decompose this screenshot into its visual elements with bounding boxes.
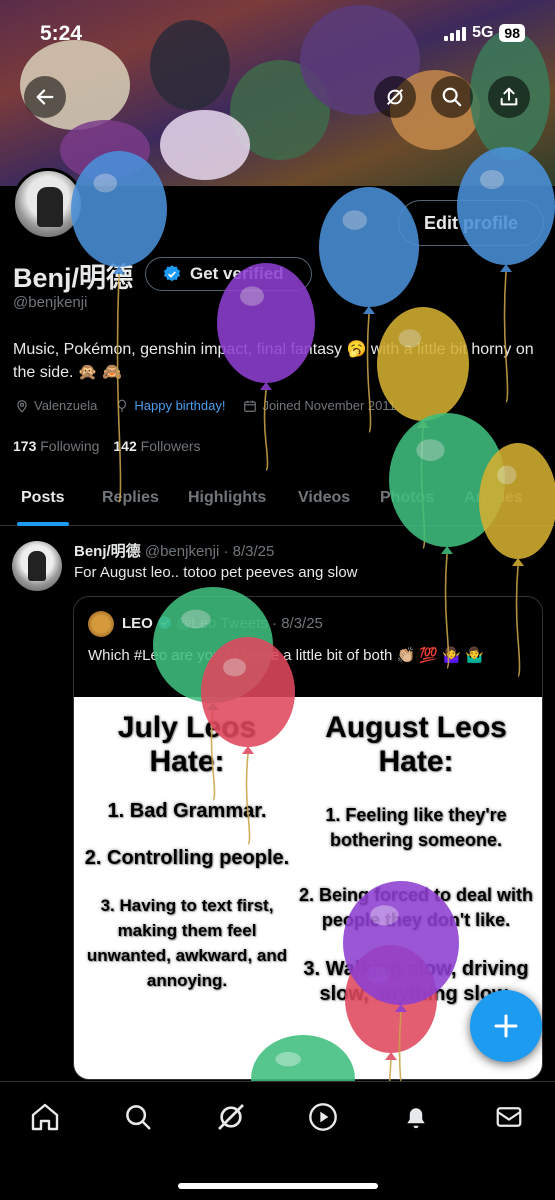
profile-bio: Music, Pokémon, genshin impact, final fa… [13, 341, 534, 381]
profile-tabs: Posts Replies Highlights Videos Photos A… [0, 470, 555, 526]
home-indicator [178, 1183, 378, 1189]
tab-photos[interactable]: Photos [380, 470, 434, 526]
meme-right-item: 2. Being forced to deal with people they… [298, 885, 534, 930]
back-arrow-icon [36, 89, 54, 105]
search-button[interactable] [431, 76, 473, 118]
post-avatar[interactable] [12, 541, 62, 591]
post-text: For August leo.. totoo pet peeves ang sl… [74, 564, 358, 581]
joined-text: Joined November 2011 [262, 398, 396, 413]
home-icon [31, 1103, 59, 1131]
back-button[interactable] [24, 76, 66, 118]
followers-link[interactable]: 142 Followers [113, 438, 200, 454]
profile-meta: Valenzuela Happy birthday! Joined Novemb… [15, 398, 396, 413]
compose-button[interactable] [470, 990, 542, 1062]
edit-profile-button[interactable]: Edit profile [398, 200, 544, 246]
meme-left-item: 1. Bad Grammar. [107, 800, 267, 822]
profile-avatar[interactable] [12, 168, 84, 240]
get-verified-button[interactable]: Get verified [145, 257, 312, 291]
tab-highlights[interactable]: Highlights [188, 470, 266, 526]
quote-avatar [88, 611, 114, 637]
location-text: Valenzuela [34, 398, 98, 413]
nav-grok[interactable] [214, 1100, 248, 1134]
follow-counts: 173 Following 142 Followers [13, 438, 201, 454]
post-author[interactable]: Benj/明德 [74, 543, 141, 560]
location-icon [17, 399, 27, 413]
status-bar: 5:24 5G 98 [0, 0, 555, 70]
share-icon [500, 87, 518, 106]
meme-left-column: July Leos Hate: 1. Bad Grammar. 2. Contr… [82, 711, 292, 993]
profile-handle: @benjkenji [13, 294, 88, 311]
meme-right-title: August Leos Hate: [325, 711, 507, 778]
meme-left-item: 2. Controlling people. [84, 847, 290, 869]
grok-icon [218, 1104, 244, 1130]
nav-video[interactable] [306, 1100, 340, 1134]
calendar-icon [244, 400, 257, 412]
quote-author: LEO [122, 615, 153, 632]
video-icon [309, 1103, 337, 1131]
get-verified-label: Get verified [190, 264, 284, 283]
meme-right-column: August Leos Hate: 1. Feeling like they'r… [292, 711, 540, 1007]
network-label: 5G [472, 24, 494, 41]
meme-right-item: 1. Feeling like they're bothering someon… [325, 805, 507, 850]
search-icon [126, 1105, 151, 1130]
share-button[interactable] [488, 76, 530, 118]
grok-button[interactable] [374, 76, 416, 118]
grok-icon [386, 88, 404, 106]
meme-left-item: 3. Having to text first, making them fee… [86, 896, 288, 990]
quote-text: Which #Leo are you? Maybe a little bit o… [88, 647, 484, 664]
tab-replies[interactable]: Replies [102, 470, 159, 526]
quote-handle-date: @Leo Tweets · 8/3/25 [176, 615, 323, 632]
tab-posts[interactable]: Posts [17, 470, 69, 526]
search-icon [442, 87, 462, 107]
plus-icon [494, 1014, 518, 1038]
status-time: 5:24 [40, 22, 83, 45]
nav-notifications[interactable] [399, 1100, 433, 1134]
following-link[interactable]: 173 Following [13, 438, 99, 454]
status-indicators: 5G 98 [444, 24, 525, 42]
tab-articles[interactable]: Articles [464, 470, 523, 526]
balloon-icon [118, 399, 127, 412]
birthday-link[interactable]: Happy birthday! [134, 398, 225, 413]
messages-icon [496, 1107, 522, 1127]
notifications-icon [407, 1108, 425, 1129]
nav-home[interactable] [28, 1100, 62, 1134]
nav-messages[interactable] [492, 1100, 526, 1134]
signal-icon [444, 25, 467, 41]
battery-icon: 98 [499, 24, 525, 42]
post-handle-date: @benjkenji · 8/3/25 [144, 543, 275, 560]
profile-name: Benj/明德 [13, 263, 134, 293]
nav-search[interactable] [121, 1100, 155, 1134]
tab-videos[interactable]: Videos [298, 470, 350, 526]
post-header: Benj/明德 @benjkenji · 8/3/25 [74, 540, 274, 561]
verified-badge-icon [163, 265, 181, 282]
meme-left-title: July Leos Hate: [117, 711, 257, 778]
quoted-post[interactable]: LEO @Leo Tweets · 8/3/25 Which #Leo are … [73, 596, 543, 1080]
verified-icon [158, 616, 171, 629]
quote-header: LEO @Leo Tweets · 8/3/25 [122, 615, 323, 632]
